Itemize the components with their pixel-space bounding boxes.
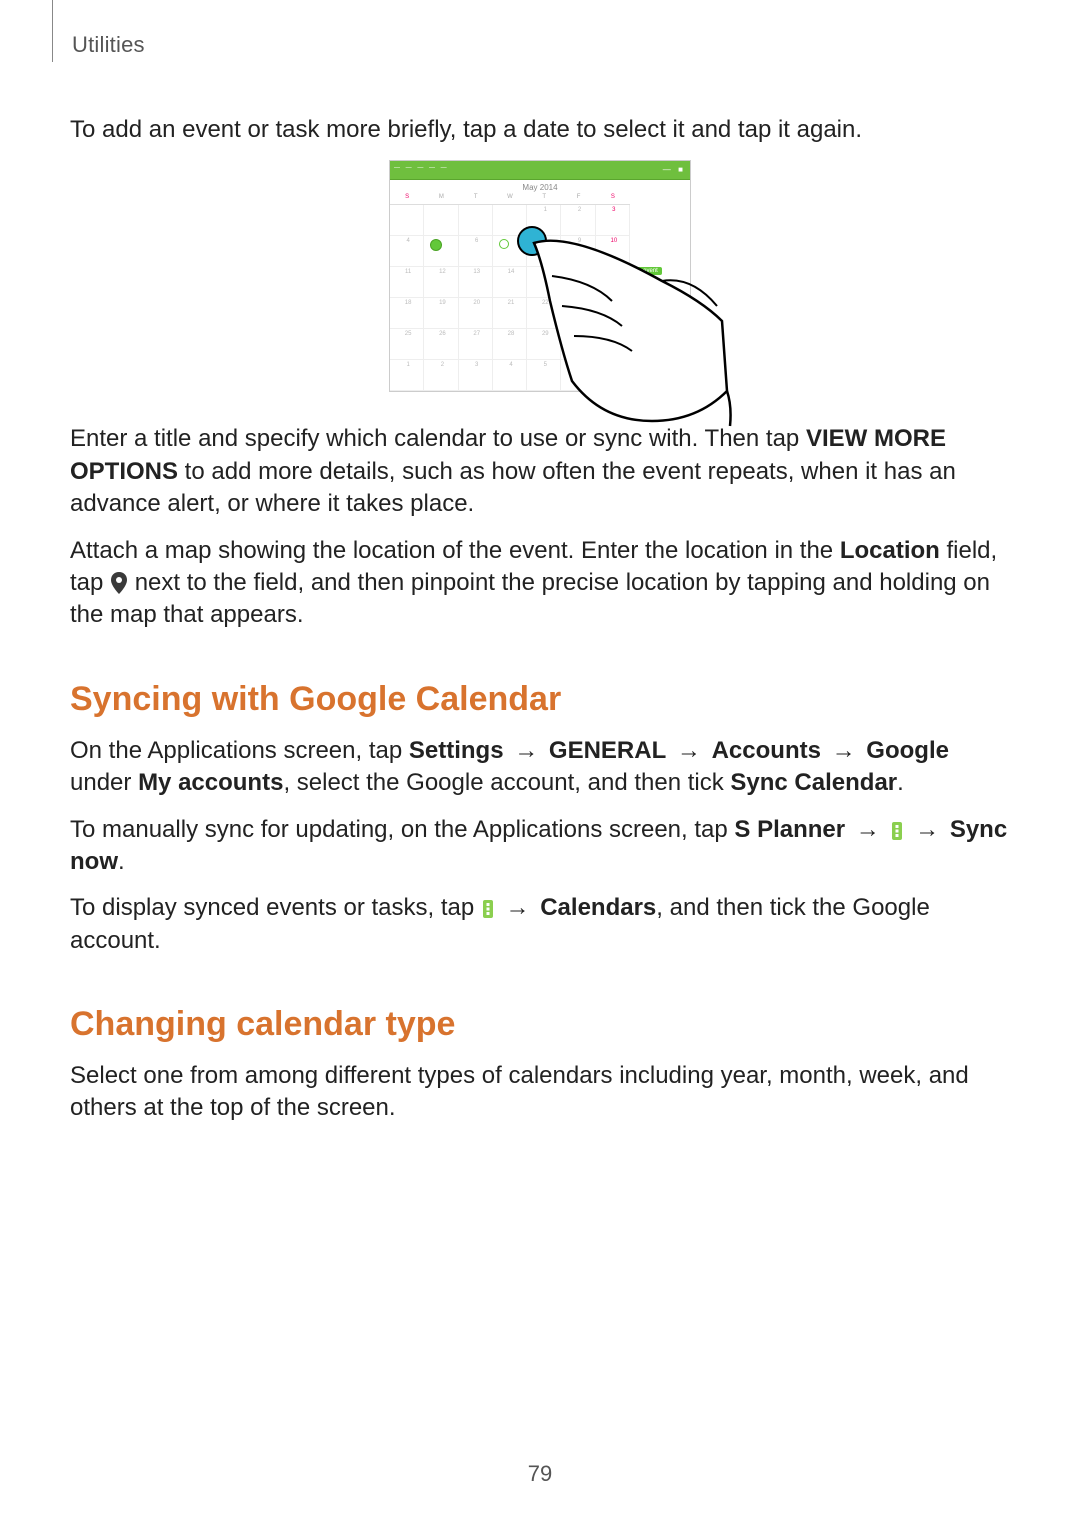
paragraph-display-synced: To display synced events or tasks, tap →…: [70, 892, 1010, 957]
more-menu-icon: [890, 821, 904, 841]
map-pin-icon: [110, 572, 128, 594]
section-label: Utilities: [72, 32, 145, 58]
heading-changing: Changing calendar type: [70, 1005, 1010, 1044]
tab-labels: — — — — —: [394, 165, 449, 171]
more-menu-icon: [481, 899, 495, 919]
figure-month: May 2014: [390, 183, 690, 192]
figure-grid: 123 468910 11121314151617 18192021222324…: [390, 205, 630, 391]
header-rule: [52, 0, 53, 62]
page-number: 79: [0, 1461, 1080, 1487]
figure-dow: S M T W T F S: [390, 194, 630, 205]
heading-syncing: Syncing with Google Calendar: [70, 680, 1010, 719]
figure-event-chip: + event: [634, 267, 662, 275]
tab-controls: — ■: [663, 165, 684, 174]
paragraph-manual-sync: To manually sync for updating, on the Ap…: [70, 814, 1010, 879]
intro-paragraph: To add an event or task more briefly, ta…: [70, 114, 1010, 146]
calendar-figure: — — — — — — ■ May 2014 S M T W T F S 123…: [70, 160, 1010, 397]
paragraph-location: Attach a map showing the location of the…: [70, 535, 1010, 632]
paragraph-view-more: Enter a title and specify which calendar…: [70, 423, 1010, 520]
paragraph-sync-path: On the Applications screen, tap Settings…: [70, 735, 1010, 800]
paragraph-changing: Select one from among different types of…: [70, 1060, 1010, 1125]
